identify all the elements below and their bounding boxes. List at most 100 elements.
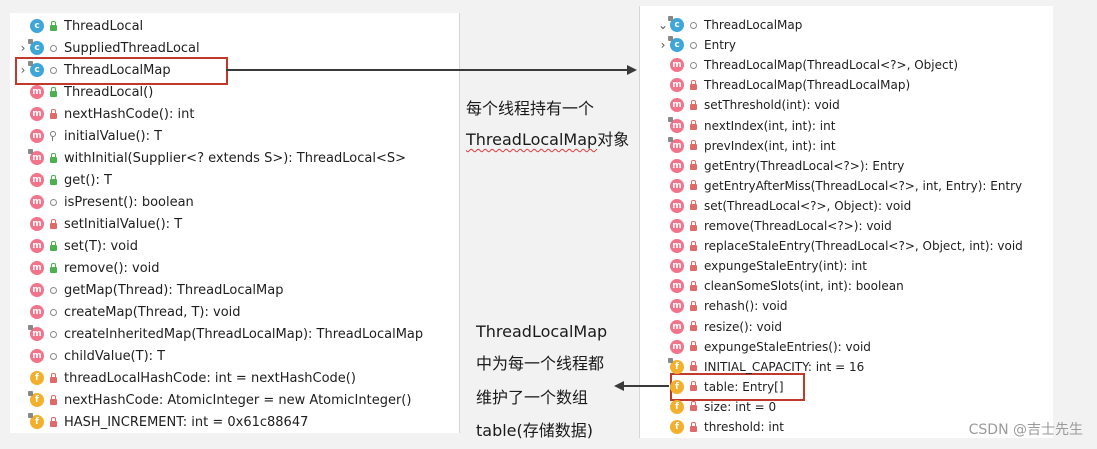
- right_tree-row[interactable]: m ThreadLocalMap(ThreadLocalMap): [656, 75, 910, 95]
- right_tree-row[interactable]: m getEntryAfterMiss(ThreadLocal<?>, int, …: [656, 176, 1022, 196]
- right_tree-row[interactable]: › c Entry: [656, 35, 736, 55]
- package-access-icon: [47, 66, 59, 74]
- member-label: expungeStaleEntry(int): int: [704, 259, 867, 274]
- left_tree-row[interactable]: f threadLocalHashCode: int = nextHashCode…: [16, 368, 356, 388]
- member-label: cleanSomeSlots(int, int): boolean: [704, 279, 904, 294]
- right_tree-row[interactable]: f size: int = 0: [656, 397, 776, 417]
- class-icon: c: [668, 16, 684, 32]
- member-label: nextHashCode: AtomicInteger = new Atomic…: [64, 392, 412, 408]
- right_tree-row[interactable]: m rehash(): void: [656, 296, 787, 316]
- right_tree-row[interactable]: m cleanSomeSlots(int, int): boolean: [656, 276, 904, 296]
- right_tree-row[interactable]: m ThreadLocalMap(ThreadLocal<?>, Object): [656, 55, 958, 75]
- private-access-icon: [687, 280, 699, 291]
- private-access-icon: [687, 260, 699, 271]
- private-access-icon: [687, 321, 699, 331]
- private-access-icon: [47, 416, 59, 427]
- annotation-top-line1: 每个线程持有一个: [466, 99, 595, 118]
- public-access-icon: [47, 262, 59, 273]
- member-label: getMap(Thread): ThreadLocalMap: [64, 282, 284, 298]
- annotation-bottom-line4: table(存储数据): [476, 421, 594, 440]
- public-access-icon: [47, 86, 59, 97]
- right_tree-row[interactable]: f threshold: int: [656, 417, 784, 437]
- member-label: size: int = 0: [704, 399, 777, 414]
- member-label: ThreadLocal: [64, 18, 144, 34]
- member-label: createMap(Thread, T): void: [64, 304, 241, 320]
- right_tree-row[interactable]: m nextIndex(int, int): int: [656, 116, 835, 136]
- member-label: table: Entry[]: [704, 379, 784, 394]
- right_tree-row[interactable]: m set(ThreadLocal<?>, Object): void: [656, 196, 911, 216]
- annotation-top-line2: ThreadLocalMap对象: [466, 126, 629, 150]
- method-icon: m: [30, 217, 44, 231]
- left_tree-row[interactable]: m childValue(T): T: [16, 346, 165, 366]
- member-label: getEntry(ThreadLocal<?>): Entry: [704, 158, 905, 173]
- left_tree-row[interactable]: f HASH_INCREMENT: int = 0x61c88647: [16, 412, 308, 432]
- csdn-watermark: CSDN @吉士先生: [968, 422, 1083, 438]
- method-icon: m: [670, 198, 684, 213]
- private-access-icon: [687, 180, 699, 191]
- field-icon: f: [28, 413, 44, 429]
- annotation-top-code: ThreadLocalMap: [466, 130, 598, 149]
- left_tree-row[interactable]: m isPresent(): boolean: [16, 192, 194, 212]
- public-access-icon: [47, 240, 59, 251]
- left_tree-row[interactable]: m createMap(Thread, T): void: [16, 302, 241, 322]
- member-label: remove(ThreadLocal<?>): void: [704, 219, 892, 233]
- method-icon: m: [30, 129, 44, 143]
- method-icon: m: [668, 116, 684, 133]
- member-label: withInitial(Supplier<? extends S>): Thre…: [64, 150, 406, 166]
- left_tree-row[interactable]: m remove(): void: [16, 258, 160, 278]
- private-access-icon: [687, 160, 699, 171]
- arrow-to-threadlocalmap-line: [226, 69, 628, 71]
- annotation-top-suffix: 对象: [597, 130, 630, 149]
- member-label: replaceStaleEntry(ThreadLocal<?>, Object…: [704, 239, 1023, 254]
- left_tree-row[interactable]: m nextHashCode(): int: [16, 104, 194, 124]
- right_tree-row[interactable]: m getEntry(ThreadLocal<?>): Entry: [656, 156, 904, 176]
- member-label: getEntryAfterMiss(ThreadLocal<?>, int, E…: [704, 178, 1023, 193]
- member-label: Entry: [704, 38, 736, 53]
- private-access-icon: [687, 120, 699, 130]
- left_tree-row[interactable]: f nextHashCode: AtomicInteger = new Atomi…: [16, 390, 411, 410]
- right_tree-row[interactable]: m replaceStaleEntry(ThreadLocal<?>, Objec…: [656, 236, 1023, 256]
- method-icon: m: [30, 107, 44, 121]
- left_tree-row[interactable]: › c ThreadLocalMap: [16, 60, 171, 80]
- class-icon: c: [28, 61, 44, 77]
- right_tree-row[interactable]: m resize(): void: [656, 317, 782, 337]
- method-icon: m: [670, 299, 684, 314]
- left_tree-row[interactable]: m withInitial(Supplier<? extends S>): Thr…: [16, 148, 406, 168]
- member-label: expungeStaleEntries(): void: [704, 339, 871, 354]
- method-icon: m: [670, 219, 684, 233]
- public-access-icon: [47, 20, 59, 31]
- right_tree-row[interactable]: m expungeStaleEntries(): void: [656, 337, 871, 357]
- member-label: setInitialValue(): T: [64, 216, 183, 232]
- right_tree-row[interactable]: m prevIndex(int, int): int: [656, 136, 836, 156]
- left_tree-row[interactable]: m ThreadLocal(): [16, 82, 153, 102]
- class-icon: c: [668, 36, 684, 53]
- member-label: remove(): void: [64, 260, 160, 276]
- left_tree-row[interactable]: m createInheritedMap(ThreadLocalMap): Thr…: [16, 324, 423, 344]
- left_tree-row[interactable]: › c SuppliedThreadLocal: [16, 38, 200, 58]
- package-access-icon: [687, 41, 699, 49]
- member-label: ThreadLocalMap: [704, 18, 803, 32]
- private-access-icon: [687, 220, 699, 231]
- member-label: threshold: int: [704, 420, 785, 434]
- method-icon: m: [28, 149, 44, 165]
- right_tree-row[interactable]: m setThreshold(int): void: [656, 95, 840, 115]
- private-access-icon: [687, 79, 699, 90]
- right_tree-row[interactable]: f INITIAL_CAPACITY: int = 16: [656, 357, 864, 377]
- left_tree-row[interactable]: m setInitialValue(): T: [16, 214, 182, 234]
- left_tree-row[interactable]: m set(T): void: [16, 236, 138, 256]
- private-access-icon: [687, 99, 699, 110]
- private-access-icon: [47, 108, 59, 119]
- left_tree-row[interactable]: m get(): T: [16, 170, 112, 190]
- left_tree-row[interactable]: c ThreadLocal: [16, 16, 143, 36]
- left_tree-row[interactable]: m getMap(Thread): ThreadLocalMap: [16, 280, 283, 300]
- right_tree-row[interactable]: m remove(ThreadLocal<?>): void: [656, 216, 892, 236]
- left_tree-row[interactable]: m initialValue(): T: [16, 126, 162, 146]
- method-icon: m: [28, 325, 44, 341]
- member-label: threadLocalHashCode: int = nextHashCode(…: [64, 370, 356, 386]
- right_tree-row[interactable]: ⌄ c ThreadLocalMap: [656, 15, 802, 35]
- right_tree-row[interactable]: m expungeStaleEntry(int): int: [656, 256, 867, 276]
- package-access-icon: [47, 286, 59, 294]
- method-icon: m: [670, 98, 684, 113]
- private-access-icon: [47, 218, 59, 229]
- right_tree-row[interactable]: f table: Entry[]: [656, 377, 784, 397]
